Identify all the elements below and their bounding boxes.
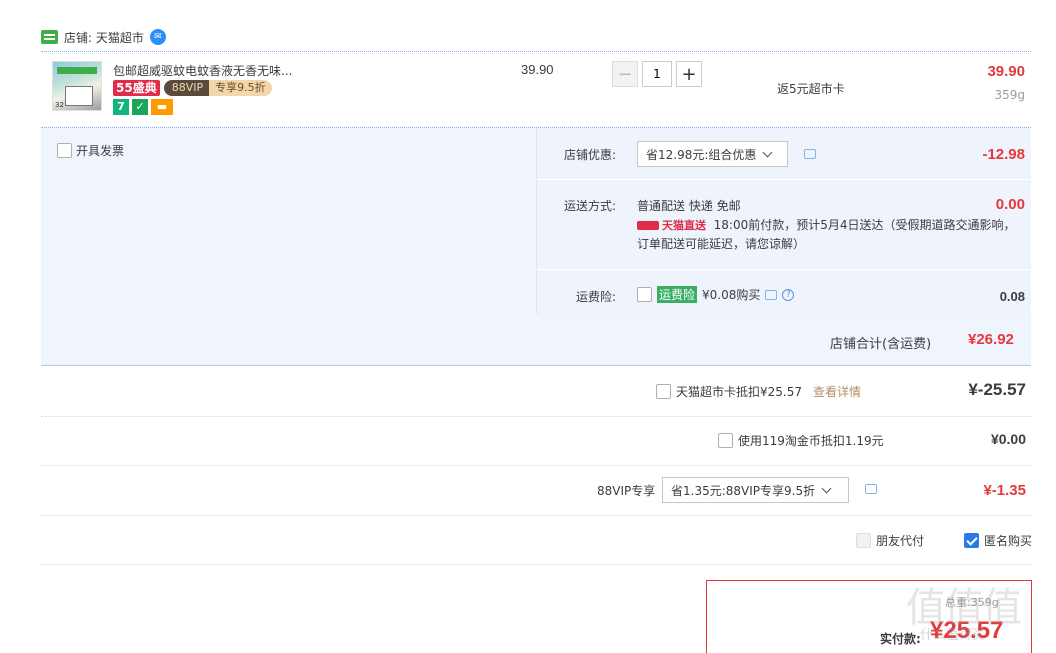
coins-label: 使用119淘金币抵扣1.19元 <box>738 434 884 448</box>
shipping-value: 0.00 <box>995 196 1025 213</box>
discount-selected: 省12.98元:组合优惠 <box>646 147 757 162</box>
card-deduction-row <box>41 366 1031 417</box>
tmall-direct-tag: 天猫直送 <box>662 219 706 232</box>
watermark-text: 什么值得买 <box>920 628 986 643</box>
anonymous-label: 匿名购买 <box>984 534 1033 548</box>
product-thumbnail[interactable]: 32 <box>52 61 102 111</box>
shipping-label: 运送方式: <box>563 199 616 213</box>
quantity-decrease-button[interactable]: − <box>612 61 638 87</box>
comment-icon[interactable] <box>765 289 778 300</box>
insurance-value: 0.08 <box>999 289 1025 304</box>
chevron-down-icon <box>762 147 773 157</box>
friend-pay-label: 朋友代付 <box>876 534 925 548</box>
guarantee-icon[interactable]: ✓ <box>132 99 148 115</box>
coins-checkbox[interactable] <box>718 433 733 448</box>
discount-label: 店铺优惠: <box>563 148 616 162</box>
discount-select[interactable]: 省12.98元:组合优惠 <box>637 141 788 167</box>
card-detail-link[interactable]: 查看详情 <box>813 383 861 400</box>
chevron-down-icon <box>821 483 832 493</box>
badge-88vip-label: 88VIP <box>163 80 210 96</box>
shop-header: 店铺: 天猫超市 ✉ <box>41 27 166 47</box>
shop-subtotal-label: 店铺合计(含运费) <box>830 337 932 352</box>
coins-option[interactable]: 使用119淘金币抵扣1.19元 <box>718 432 884 449</box>
card-deduction-label: 天猫超市卡抵扣¥25.57 <box>676 385 802 399</box>
insurance-badge: 运费险 <box>657 286 698 303</box>
coins-value: ¥0.00 <box>990 431 1026 447</box>
badge-88vip: 88VIP 专享9.5折 <box>163 80 272 96</box>
insurance-label: 运费险: <box>575 290 616 304</box>
shipping-note-line: 天猫直送 18:00前付款，预计5月4日送达（受假期道路交通影响，订单配送可能延… <box>637 216 1022 254</box>
quantity-stepper: − 1 + <box>612 61 702 87</box>
line-total: 39.90 <box>987 63 1025 80</box>
anonymous-checkbox[interactable] <box>964 533 979 548</box>
friend-pay-checkbox[interactable] <box>856 533 871 548</box>
product-title[interactable]: 包邮超威驱蚊电蚊香液无香无味... <box>113 62 313 79</box>
discount-value: -12.98 <box>982 146 1025 163</box>
vip-select[interactable]: 省1.35元:88VIP专享9.5折 <box>662 477 849 503</box>
insurance-option[interactable]: 运费险 ¥0.08购买 ? <box>637 286 795 303</box>
vip-row <box>41 466 1031 516</box>
friend-pay-option[interactable]: 朋友代付 <box>856 532 924 549</box>
card-deduction-value: ¥-25.57 <box>968 380 1026 399</box>
vip-label: 88VIP专享 <box>597 484 656 498</box>
quantity-increase-button[interactable]: + <box>676 61 702 87</box>
anonymous-option[interactable]: 匿名购买 <box>964 532 1032 549</box>
seven-day-return-icon[interactable]: 7 <box>113 99 129 115</box>
chat-wangwang-icon[interactable]: ✉ <box>149 29 166 45</box>
card-deduction-option[interactable]: 天猫超市卡抵扣¥25.57 查看详情 <box>656 383 861 400</box>
item-weight: 359g <box>994 88 1025 102</box>
help-icon[interactable]: ? <box>782 288 795 301</box>
vip-selected: 省1.35元:88VIP专享9.5折 <box>671 483 816 498</box>
cashback-text: 返5元超市卡 <box>777 82 845 96</box>
invoice-option[interactable]: 开具发票 <box>57 142 124 159</box>
badge-55-festival: 55盛典 <box>113 80 160 96</box>
promo-badges: 55盛典 88VIP 专享9.5折 <box>113 80 272 96</box>
quantity-input[interactable]: 1 <box>642 61 672 87</box>
service-icons: 7 ✓ ▬ <box>113 99 173 115</box>
insurance-checkbox[interactable] <box>637 287 652 302</box>
card-deduction-checkbox[interactable] <box>656 384 671 399</box>
comment-icon[interactable] <box>804 149 816 159</box>
unit-price: 39.90 <box>521 62 554 77</box>
comment-icon[interactable] <box>865 484 877 494</box>
invoice-label: 开具发票 <box>76 144 125 158</box>
card-icon[interactable]: ▬ <box>151 99 173 115</box>
insurance-price: ¥0.08购买 <box>702 288 761 302</box>
badge-88vip-discount: 专享9.5折 <box>209 80 272 96</box>
shop-name[interactable]: 店铺: 天猫超市 <box>64 29 144 46</box>
vip-value: ¥-1.35 <box>983 482 1026 499</box>
shop-subtotal-value: ¥26.92 <box>968 331 1014 348</box>
thumbnail-text: 32 <box>55 101 64 109</box>
store-icon <box>41 30 58 44</box>
invoice-checkbox[interactable] <box>57 143 72 158</box>
tmall-direct-icon <box>637 221 659 230</box>
